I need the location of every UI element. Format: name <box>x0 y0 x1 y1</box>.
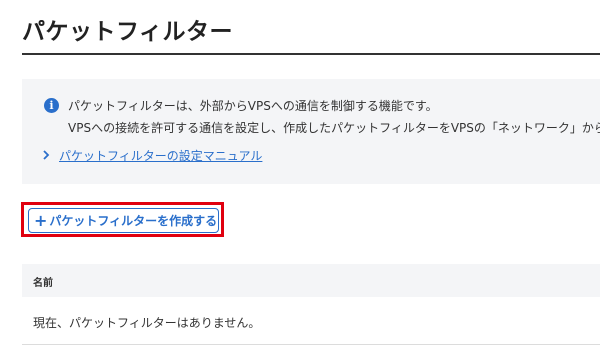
row-divider <box>22 344 600 345</box>
create-button-label: パケットフィルターを作成する <box>49 214 218 228</box>
chevron-right-icon <box>43 150 50 160</box>
plus-icon: + <box>34 210 48 230</box>
packet-filter-page: パケットフィルター i パケットフィルターは、外部からVPSへの通信を制御する機… <box>0 0 600 353</box>
create-packet-filter-button[interactable]: + パケットフィルターを作成する <box>28 208 219 233</box>
info-text-line-1: パケットフィルターは、外部からVPSへの通信を制御する機能です。 <box>68 99 438 113</box>
page-title: パケットフィルター <box>22 19 234 45</box>
manual-link[interactable]: パケットフィルターの設定マニュアル <box>59 147 262 164</box>
empty-table-message: 現在、パケットフィルターはありません。 <box>33 316 261 330</box>
title-divider <box>22 53 600 55</box>
info-icon: i <box>44 98 59 113</box>
column-header-name: 名前 <box>33 278 53 289</box>
info-text-line-2: VPSへの接続を許可する通信を設定し、作成したパケットフィルターをVPSの「ネッ… <box>68 121 600 135</box>
table-header <box>22 264 600 297</box>
